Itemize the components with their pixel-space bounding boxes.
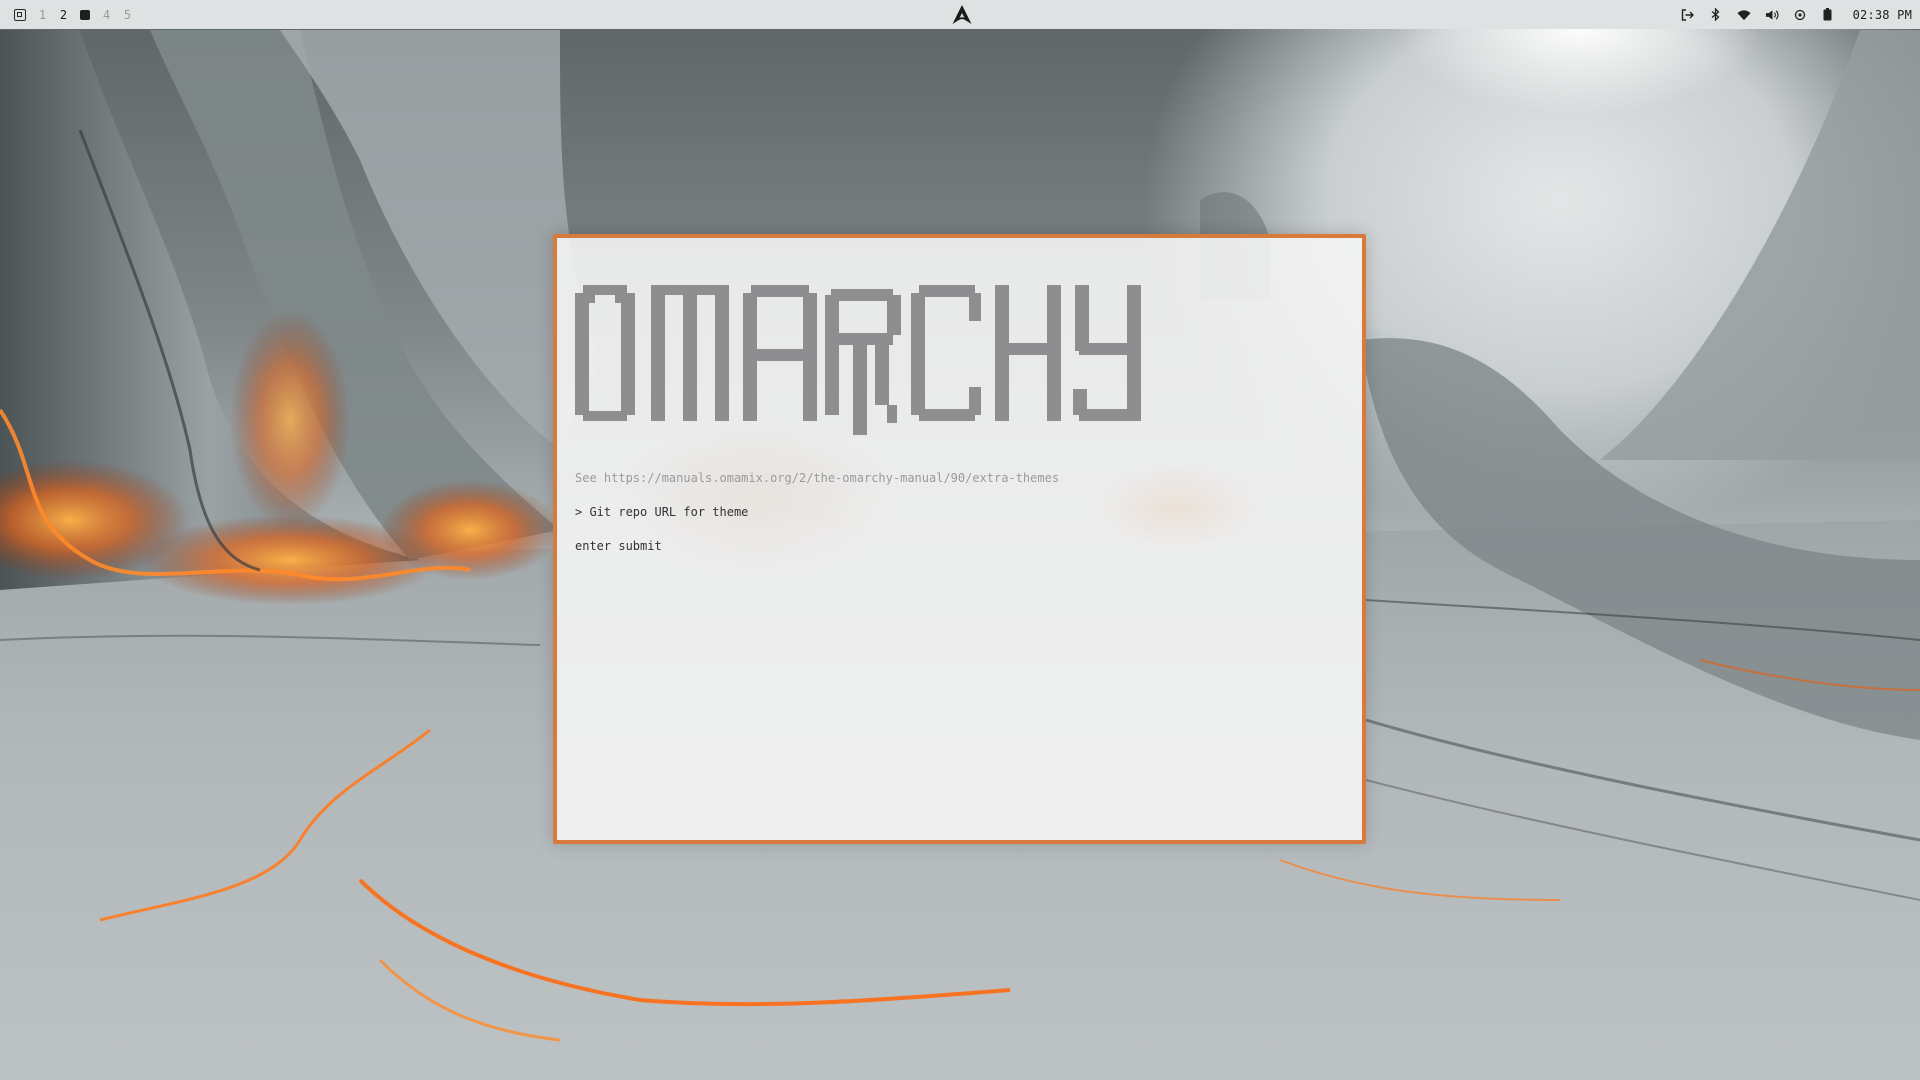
omarchy-logo: OMARCHY (575, 279, 1145, 435)
volume-icon[interactable] (1765, 8, 1779, 22)
terminal-window[interactable]: OMARCHY (553, 234, 1366, 844)
workspace-4[interactable]: 4 (102, 8, 111, 22)
logo-letter-y (1073, 285, 1141, 421)
bluetooth-icon[interactable] (1709, 8, 1723, 22)
logo-letter-m (651, 279, 729, 421)
power-icon[interactable] (1681, 8, 1695, 22)
workspace-1[interactable]: 1 (38, 8, 47, 22)
top-bar: 1 2 4 5 02:38 PM (0, 0, 1920, 29)
logo-letter-c (911, 285, 981, 421)
system-tray: 02:38 PM (1681, 0, 1912, 29)
cpu-icon[interactable] (1793, 8, 1807, 22)
keybinding-help: enter submit (575, 539, 662, 553)
logo-letter-a (743, 285, 817, 421)
workspace-switcher: 1 2 4 5 (14, 0, 132, 29)
manual-hint-text: See https://manuals.omamix.org/2/the-oma… (575, 471, 1060, 485)
logo-letter-h (995, 285, 1061, 421)
workspace-5[interactable]: 5 (123, 8, 132, 22)
git-repo-url-prompt[interactable]: > Git repo URL for theme (575, 504, 748, 520)
window-layout-icon[interactable] (14, 8, 26, 21)
logo-glyphs (575, 279, 1141, 435)
arch-logo-icon[interactable] (951, 4, 973, 25)
logo-letter-o (575, 285, 635, 421)
battery-icon[interactable] (1821, 8, 1835, 22)
clock[interactable]: 02:38 PM (1853, 8, 1912, 22)
workspace-active-indicator[interactable] (80, 9, 90, 20)
workspace-2[interactable]: 2 (59, 8, 68, 22)
wifi-icon[interactable] (1737, 8, 1751, 22)
logo-letter-r (825, 289, 901, 435)
